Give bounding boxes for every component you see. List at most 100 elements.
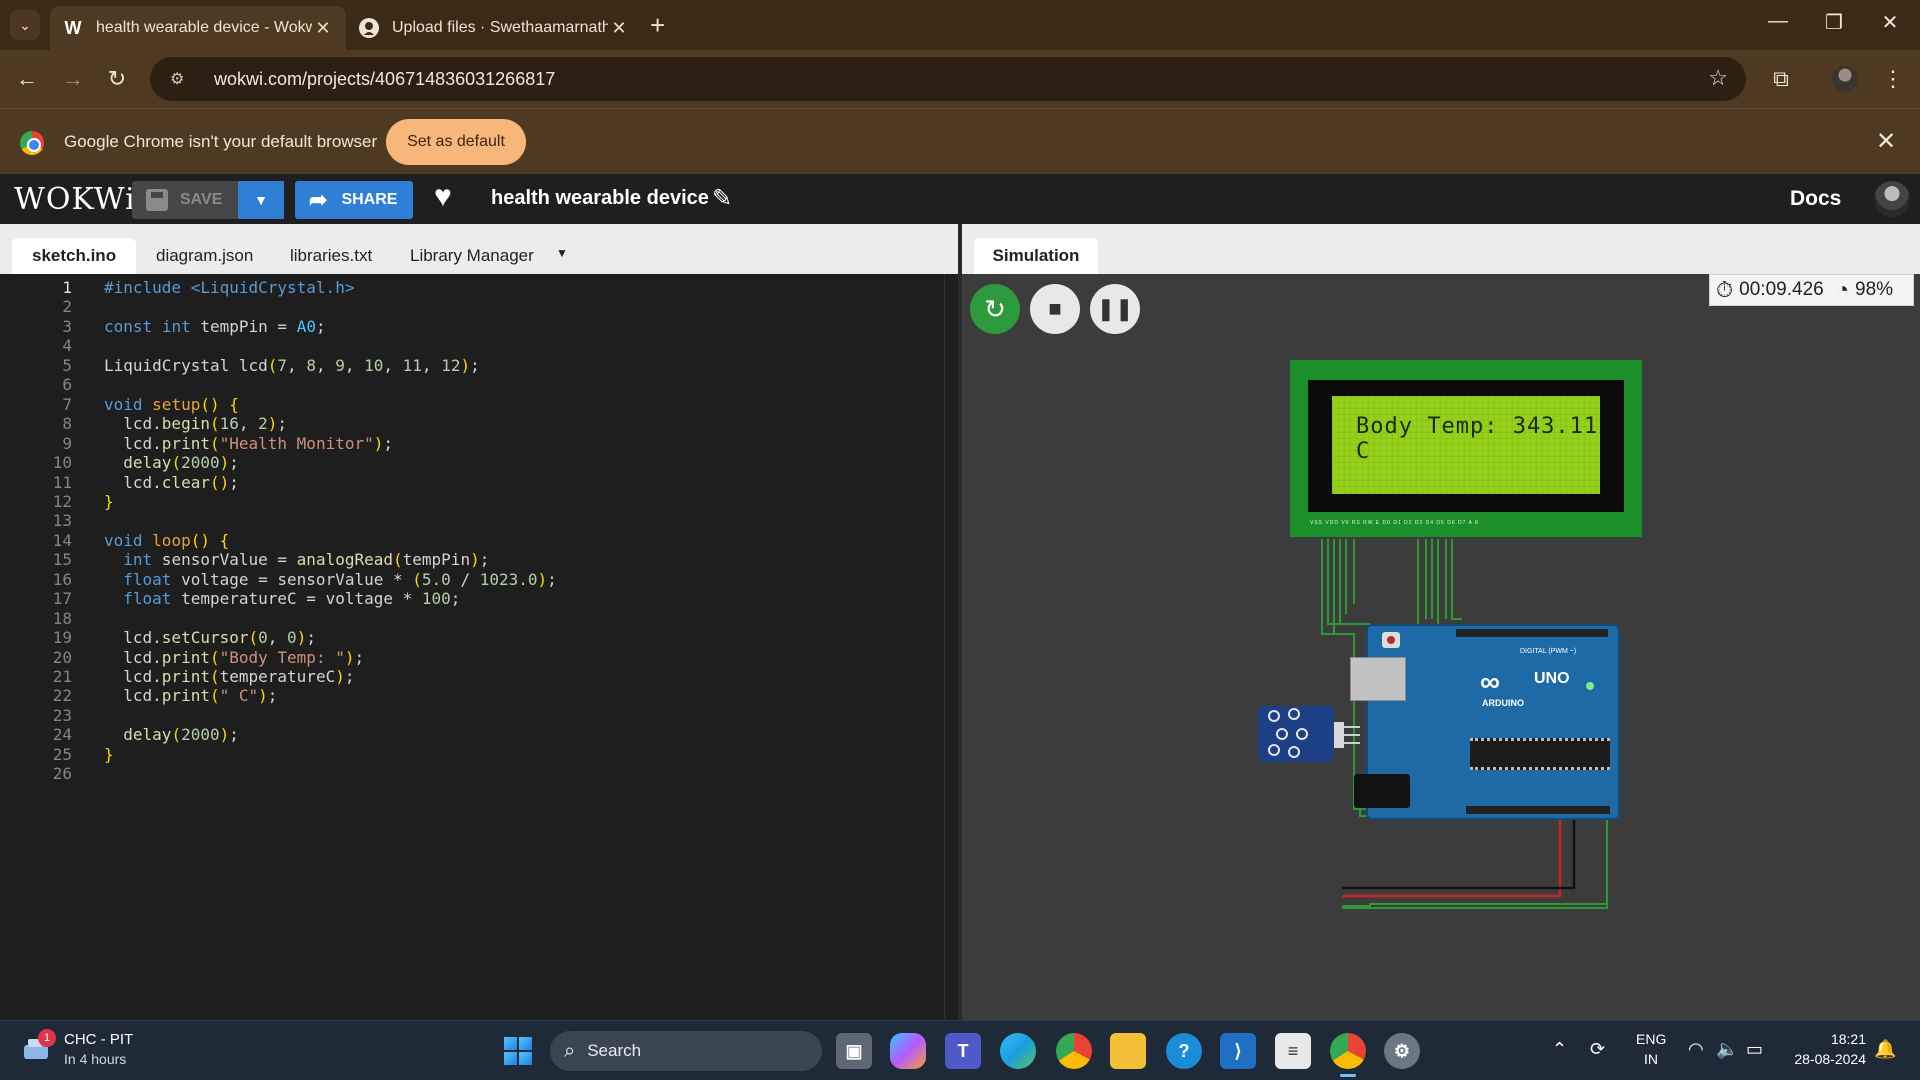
extensions-icon[interactable]: ⧉ bbox=[1764, 62, 1798, 96]
power-jack bbox=[1354, 774, 1410, 808]
chrome-active-icon[interactable] bbox=[1330, 1033, 1366, 1077]
simulation-tab-bar: Simulation bbox=[962, 224, 1920, 274]
reload-icon[interactable]: ↻ bbox=[100, 62, 134, 96]
share-arrow-icon: ➦ bbox=[309, 187, 328, 212]
file-explorer-icon[interactable] bbox=[1110, 1033, 1146, 1069]
tab-title: Upload files · Swethaamarnath4 bbox=[392, 19, 608, 36]
tab-simulation[interactable]: Simulation bbox=[974, 238, 1098, 274]
tab-libraries-txt[interactable]: libraries.txt bbox=[270, 238, 392, 274]
language-label[interactable]: ENG bbox=[1636, 1031, 1666, 1047]
arduino-infinity-logo-icon: ∞ bbox=[1480, 666, 1500, 697]
forward-icon[interactable]: → bbox=[56, 62, 90, 96]
chrome-icon[interactable] bbox=[1056, 1033, 1092, 1069]
weather-title[interactable]: CHC - PIT bbox=[64, 1031, 133, 1048]
clock-time[interactable]: 18:21 bbox=[1814, 1031, 1866, 1047]
chrome-logo-icon bbox=[20, 131, 44, 155]
minimize-icon[interactable]: — bbox=[1758, 10, 1798, 33]
simulation-canvas[interactable]: ↻ ■ ❚❚ ⏱ 00:09.426 ◔ 98% Body Temp: 343.… bbox=[962, 274, 1920, 1020]
sensor-hole bbox=[1276, 728, 1288, 740]
tab-search-button[interactable]: ⌄ bbox=[10, 10, 40, 40]
code-text: delay(2000); bbox=[123, 725, 239, 745]
edge-icon[interactable] bbox=[1000, 1033, 1036, 1069]
line-number: 26 bbox=[52, 764, 72, 784]
browser-tab-wokwi[interactable]: W health wearable device - Wokwi ✕ bbox=[50, 6, 346, 50]
code-line[interactable]: 26 bbox=[0, 764, 944, 788]
sensor-hole bbox=[1288, 708, 1300, 720]
tab-diagram-json[interactable]: diagram.json bbox=[136, 238, 273, 274]
infobar-message: Google Chrome isn't your default browser bbox=[64, 132, 378, 151]
settings-gear-icon[interactable]: ⚙ bbox=[1384, 1033, 1420, 1069]
line-number: 12 bbox=[52, 491, 72, 511]
volume-icon[interactable]: 🔈 bbox=[1716, 1039, 1738, 1060]
sync-icon[interactable]: ⟳ bbox=[1590, 1039, 1605, 1060]
back-icon[interactable]: ← bbox=[10, 62, 44, 96]
task-view-icon[interactable]: ▣ bbox=[836, 1033, 872, 1069]
notification-bell-icon[interactable]: 🔔 bbox=[1874, 1039, 1896, 1060]
code-text: lcd.setCursor(0, 0); bbox=[104, 628, 316, 648]
site-info-icon[interactable]: ⚙ bbox=[170, 69, 194, 89]
line-number: 8 bbox=[62, 414, 72, 434]
notification-badge: 1 bbox=[38, 1029, 56, 1047]
restore-icon[interactable]: ❐ bbox=[1814, 10, 1854, 35]
line-number: 6 bbox=[62, 375, 72, 395]
show-hidden-icons[interactable]: ⌃ bbox=[1552, 1039, 1567, 1060]
power-led bbox=[1586, 682, 1594, 690]
line-number: 10 bbox=[52, 453, 72, 473]
tab-sketch-ino[interactable]: sketch.ino bbox=[12, 238, 137, 274]
code-text: float temperatureC = voltage * 100; bbox=[123, 589, 461, 609]
docs-link[interactable]: Docs bbox=[1790, 187, 1841, 211]
profile-avatar[interactable] bbox=[1832, 66, 1858, 92]
arduino-name-label: ARDUINO bbox=[1482, 698, 1524, 708]
wifi-icon[interactable]: ◠ bbox=[1688, 1039, 1704, 1060]
vscode-icon[interactable]: ⟩ bbox=[1220, 1033, 1256, 1069]
tab-close-icon[interactable]: ✕ bbox=[608, 18, 630, 39]
digital-pwm-label: DIGITAL (PWM ~) bbox=[1520, 648, 1577, 655]
infobar-close-icon[interactable]: ✕ bbox=[1876, 127, 1896, 156]
code-text: lcd.begin(16, 2); bbox=[104, 414, 288, 434]
tab-library-manager[interactable]: Library Manager bbox=[390, 238, 554, 274]
usb-port bbox=[1350, 657, 1406, 701]
set-as-default-button[interactable]: Set as default bbox=[386, 119, 526, 165]
close-window-icon[interactable]: ✕ bbox=[1870, 10, 1910, 35]
chrome-menu-icon[interactable]: ⋮ bbox=[1876, 62, 1910, 96]
lcd-pin-labels: VSS VDD V0 RS RW E D0 D1 D2 D3 D4 D5 D6 … bbox=[1310, 520, 1480, 526]
reset-button[interactable] bbox=[1382, 632, 1400, 648]
sensor-hole bbox=[1296, 728, 1308, 740]
clock-date[interactable]: 28-08-2024 bbox=[1784, 1051, 1866, 1067]
arduino-uno-label: UNO bbox=[1534, 670, 1570, 687]
wokwi-logo[interactable]: WOKWi bbox=[14, 182, 136, 217]
teams-icon[interactable]: T bbox=[945, 1033, 981, 1069]
line-number: 18 bbox=[52, 608, 72, 628]
user-avatar[interactable] bbox=[1874, 181, 1910, 217]
taskbar-search[interactable]: ⌕ Search bbox=[550, 1031, 822, 1071]
code-text: #include <LiquidCrystal.h> bbox=[104, 278, 355, 297]
code-text: LiquidCrystal lcd(7, 8, 9, 10, 11, 12); bbox=[104, 355, 480, 375]
code-editor[interactable]: 1 #include <LiquidCrystal.h> 2 3 const int t… bbox=[0, 274, 944, 1020]
line-number: 25 bbox=[52, 744, 72, 764]
save-dropdown-icon[interactable]: ▼ bbox=[238, 181, 284, 219]
battery-icon[interactable]: ▭ bbox=[1746, 1039, 1763, 1060]
editor-tabs-dropdown-icon[interactable]: ▼ bbox=[556, 246, 568, 260]
notepad-icon[interactable]: ≡ bbox=[1275, 1033, 1311, 1069]
temperature-sensor-module[interactable] bbox=[1258, 706, 1334, 762]
line-number: 19 bbox=[52, 628, 72, 648]
code-text: int sensorValue = analogRead(tempPin); bbox=[123, 550, 490, 570]
line-number: 16 bbox=[52, 569, 72, 589]
new-tab-button[interactable]: + bbox=[650, 10, 665, 41]
tab-close-icon[interactable]: ✕ bbox=[312, 18, 334, 39]
default-browser-infobar: Google Chrome isn't your default browser… bbox=[0, 108, 1920, 174]
browser-tab-github[interactable]: Upload files · Swethaamarnath4 ✕ bbox=[346, 6, 642, 50]
tab-title: health wearable device - Wokwi bbox=[96, 19, 312, 36]
code-text: delay(2000); bbox=[123, 453, 239, 473]
bookmark-star-icon[interactable]: ☆ bbox=[1708, 65, 1728, 91]
lcd-16x2-module[interactable]: Body Temp: 343.11 C VSS VDD V0 RS RW E D… bbox=[1290, 360, 1642, 537]
line-number: 20 bbox=[52, 647, 72, 667]
copilot-icon[interactable] bbox=[890, 1033, 926, 1069]
like-heart-icon[interactable]: ♥ bbox=[434, 180, 452, 214]
windows-start-icon[interactable] bbox=[504, 1037, 532, 1065]
help-icon[interactable]: ? bbox=[1166, 1033, 1202, 1069]
share-button[interactable]: ➦ SHARE bbox=[295, 181, 413, 219]
address-bar[interactable]: ⚙ wokwi.com/projects/406714836031266817 … bbox=[150, 57, 1746, 101]
edit-title-pencil-icon[interactable]: ✎ bbox=[712, 184, 732, 213]
weather-subtitle: In 4 hours bbox=[64, 1051, 127, 1067]
